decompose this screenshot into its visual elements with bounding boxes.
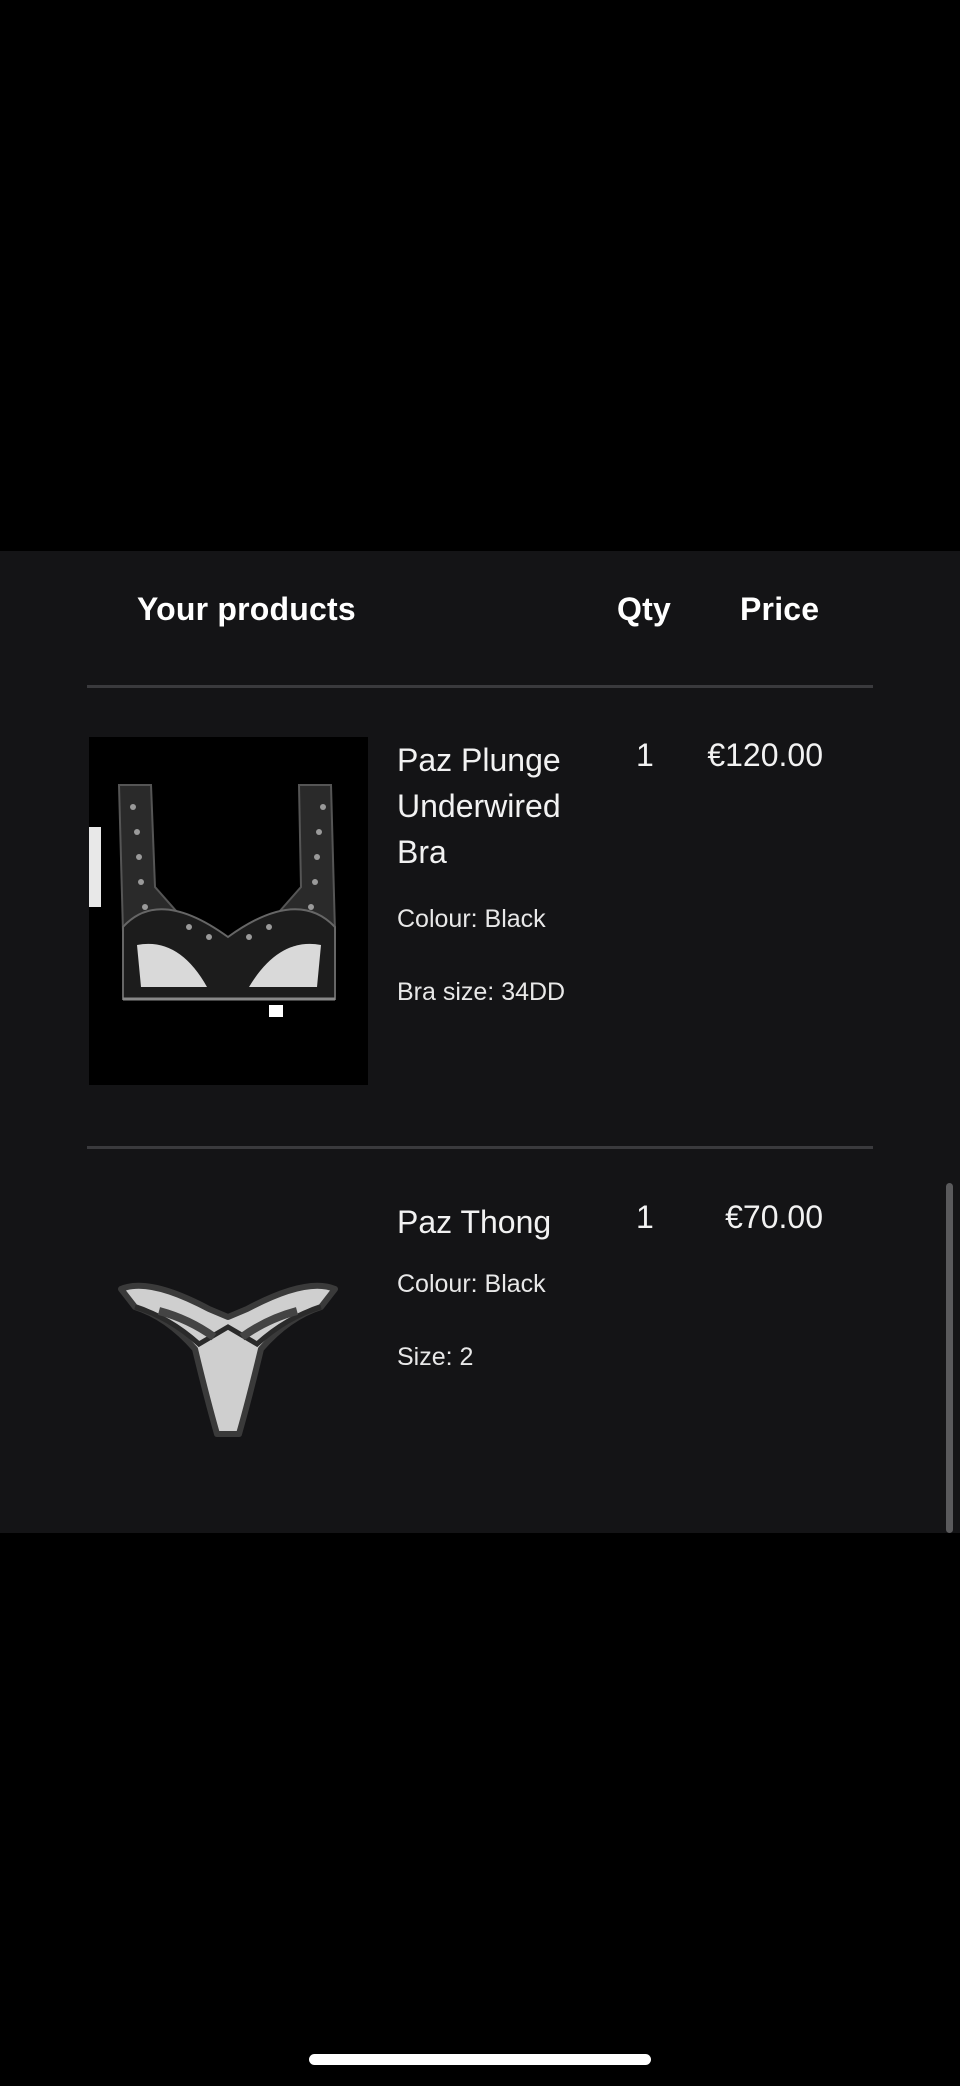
bra-product-image[interactable] <box>89 737 368 1085</box>
product-name[interactable]: Paz Thong <box>397 1199 612 1245</box>
scrollbar[interactable] <box>946 1183 953 1533</box>
product-price: €120.00 <box>707 737 823 773</box>
header-divider <box>87 685 873 688</box>
home-indicator[interactable] <box>309 2054 651 2065</box>
cart-products-panel: Your products Qty Price Paz Plunge Under… <box>0 551 960 1533</box>
thong-product-image[interactable] <box>89 1199 368 1477</box>
product-size: Size: 2 <box>397 1343 474 1371</box>
product-name[interactable]: Paz Plunge Underwired Bra <box>397 737 612 875</box>
price-column-header: Price <box>740 591 820 627</box>
product-qty: 1 <box>636 737 654 773</box>
qty-column-header: Qty <box>617 591 671 627</box>
cart-item-row: Paz Thong Colour: Black Size: 2 1 €70.00 <box>0 1199 960 1499</box>
page: Your products Qty Price Paz Plunge Under… <box>0 0 960 2086</box>
product-colour: Colour: Black <box>397 905 546 933</box>
products-column-header: Your products <box>137 591 356 627</box>
product-size: Bra size: 34DD <box>397 978 566 1006</box>
product-price: €70.00 <box>725 1199 823 1235</box>
cart-item-row: Paz Plunge Underwired Bra Colour: Black … <box>0 737 960 1137</box>
product-qty: 1 <box>636 1199 654 1235</box>
product-colour: Colour: Black <box>397 1270 546 1298</box>
item-divider <box>87 1146 873 1149</box>
